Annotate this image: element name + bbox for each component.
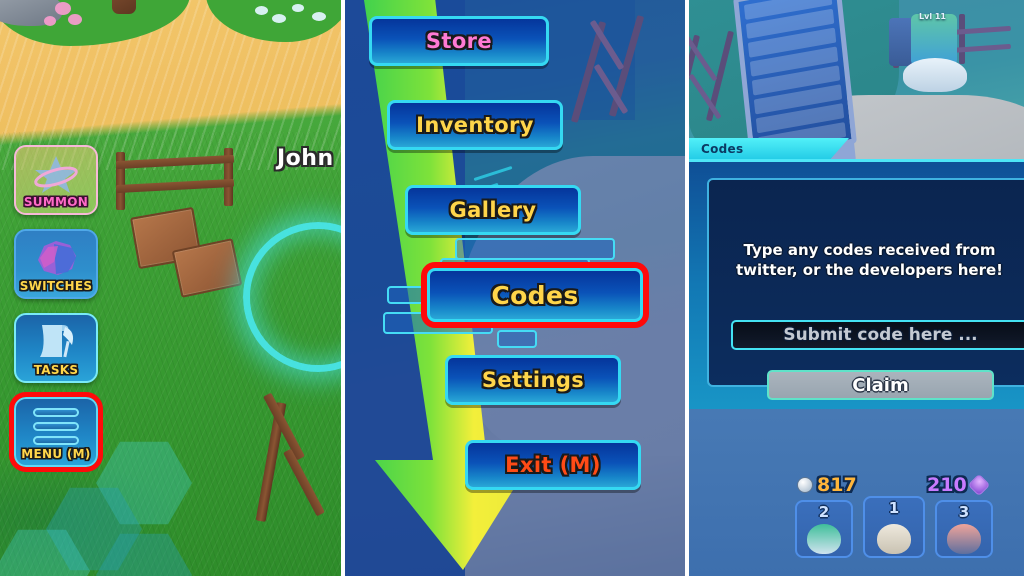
sidebar-item-switches[interactable]: SWITCHES: [14, 229, 98, 299]
star-icon: [16, 152, 96, 196]
wooden-fence-lower: [252, 392, 325, 552]
blossom-petal: [55, 2, 71, 15]
panel-left-world: John SUMMON SWITCHES TASKS MENU (M): [0, 0, 341, 576]
codes-dialog: Codes Type any codes received from twitt…: [689, 138, 1024, 410]
sidebar-item-summon[interactable]: SUMMON: [14, 145, 98, 215]
sidebar-item-label: MENU (M): [21, 447, 91, 461]
menu-item-settings[interactable]: Settings: [445, 355, 621, 405]
menu-item-gallery[interactable]: Gallery: [405, 185, 581, 235]
pet-thumbnail: [807, 524, 841, 554]
gem-icon: [967, 473, 990, 497]
hotbar-slot-number: 1: [888, 499, 900, 517]
coin-counter: 817: [797, 474, 857, 496]
hotbar: 817 210 2 1 3: [787, 473, 1017, 566]
code-input[interactable]: Submit code here ...: [731, 320, 1024, 350]
player-nameplate: John: [277, 146, 334, 171]
pet-thumbnail: [877, 524, 911, 554]
pet-character: [903, 58, 967, 92]
wooden-fence: [112, 148, 242, 214]
dialog-title-tab: Codes: [689, 138, 849, 160]
menu-item-inventory[interactable]: Inventory: [387, 100, 563, 150]
screenshot-root: John SUMMON SWITCHES TASKS MENU (M) Stor…: [0, 0, 1024, 576]
claim-button-label: Claim: [852, 374, 909, 396]
menu-item-store[interactable]: Store: [369, 16, 549, 66]
panel-divider-2: [685, 0, 689, 576]
menu-item-label: Gallery: [449, 198, 537, 222]
menu-item-label: Store: [425, 29, 493, 53]
claim-button[interactable]: Claim: [767, 370, 994, 400]
menu-item-codes[interactable]: Codes: [421, 262, 649, 328]
blossom-petal: [68, 14, 82, 25]
hamburger-icon: [16, 404, 96, 448]
dialog-instruction-text: Type any codes received from twitter, or…: [736, 241, 1003, 280]
code-input-placeholder: Submit code here ...: [783, 325, 978, 345]
sidebar-item-menu[interactable]: MENU (M): [9, 392, 103, 472]
level-tag: Lvl 11: [919, 12, 946, 21]
blossom-petal: [312, 12, 326, 21]
fence-decoration-left: [689, 30, 743, 150]
hotbar-slot[interactable]: 2: [795, 500, 853, 558]
coin-amount: 817: [817, 474, 857, 496]
menu-item-label: Inventory: [416, 113, 534, 137]
sidebar-item-label: TASKS: [33, 363, 79, 377]
dialog-body: Type any codes received from twitter, or…: [689, 159, 1024, 409]
hotbar-slot[interactable]: 3: [935, 500, 993, 558]
blossom-petal: [272, 14, 286, 23]
sidebar-item-label: SWITCHES: [19, 279, 93, 293]
menu-item-label: Exit (M): [505, 453, 601, 477]
coin-icon: [797, 477, 813, 493]
panel-right-codes: Lvl 11 Codes Type any codes received fro…: [689, 0, 1024, 576]
hotbar-slot[interactable]: 1: [863, 496, 925, 558]
blossom-petal: [255, 6, 268, 15]
sidebar-button-stack: SUMMON SWITCHES TASKS MENU (M): [9, 145, 103, 481]
hotbar-slot-number: 2: [818, 503, 830, 521]
sidebar-item-tasks[interactable]: TASKS: [14, 313, 98, 383]
gem-amount: 210: [927, 474, 967, 496]
gem-counter: 210: [927, 473, 990, 497]
portal-icon: [16, 236, 96, 280]
sidebar-item-label: SUMMON: [23, 195, 89, 209]
hotbar-slot-number: 3: [958, 503, 970, 521]
blossom-petal: [44, 16, 56, 26]
menu-item-label: Codes: [491, 280, 579, 310]
pet-thumbnail: [947, 524, 981, 554]
dialog-inner-panel: Type any codes received from twitter, or…: [707, 178, 1024, 400]
dialog-title-text: Codes: [701, 142, 744, 156]
menu-item-label: Settings: [481, 368, 585, 392]
menu-item-exit[interactable]: Exit (M): [465, 440, 641, 490]
tree-stump: [112, 0, 136, 14]
blossom-petal: [292, 4, 304, 12]
main-menu-list: Store Inventory Gallery Codes Settings E…: [345, 0, 685, 576]
panel-middle-menu: Store Inventory Gallery Codes Settings E…: [345, 0, 685, 576]
scroll-quill-icon: [16, 320, 96, 364]
panel-divider: [341, 0, 345, 576]
